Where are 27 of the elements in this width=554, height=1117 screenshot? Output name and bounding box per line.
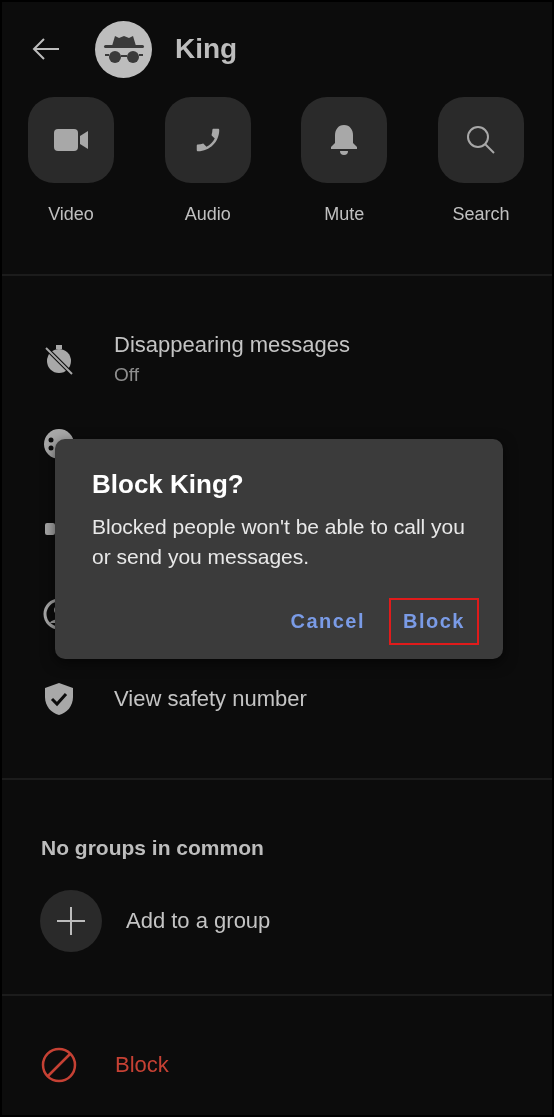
plus-icon <box>56 906 86 936</box>
action-label: Video <box>48 204 94 225</box>
action-button[interactable] <box>301 97 388 183</box>
dialog-title: Block King? <box>92 469 245 500</box>
search-icon <box>465 125 496 155</box>
timer-off-icon <box>43 342 75 375</box>
action-label: Search <box>452 204 510 225</box>
add-group-label[interactable]: Add to a group <box>126 908 271 934</box>
section-heading: No groups in common <box>40 835 265 860</box>
dialog-message: Blocked people won't be able to call you or send you messages. <box>92 514 466 570</box>
setting-title[interactable]: View safety number <box>114 685 307 712</box>
action-label: Audio <box>184 204 231 225</box>
block-icon <box>41 1047 77 1083</box>
avatar[interactable] <box>95 20 152 78</box>
incognito-icon <box>101 34 146 64</box>
dialog-button[interactable]: Cancel <box>276 598 380 645</box>
action-label: Mute <box>324 204 365 225</box>
shield-check-icon <box>43 681 75 716</box>
contact-name: King <box>175 33 238 65</box>
video-camera-icon <box>54 128 88 152</box>
setting-title[interactable]: Disappearing messages <box>114 331 351 358</box>
back-arrow-icon[interactable] <box>32 37 60 61</box>
dialog-button[interactable]: Block <box>389 598 479 645</box>
action-button[interactable] <box>28 97 114 183</box>
block-label[interactable]: Block <box>115 1052 169 1078</box>
action-button[interactable] <box>437 97 524 183</box>
setting-value: Off <box>114 363 140 386</box>
